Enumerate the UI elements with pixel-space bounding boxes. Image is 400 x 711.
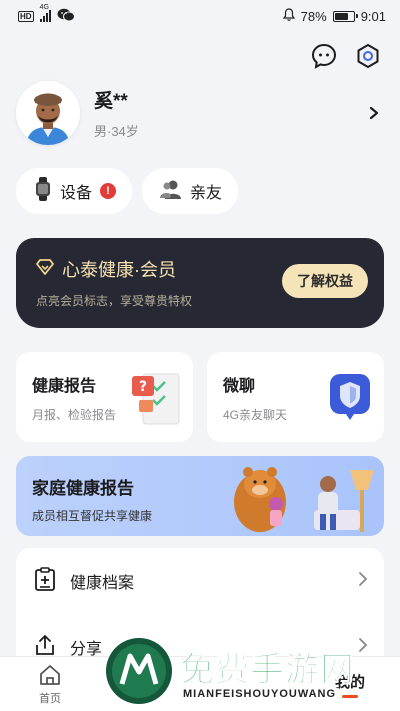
active-tab-indicator xyxy=(342,694,358,698)
settings-hexagon-icon[interactable] xyxy=(354,42,382,70)
avatar[interactable] xyxy=(16,81,80,145)
chevron-right-icon[interactable] xyxy=(364,103,384,123)
diamond-icon xyxy=(36,258,54,280)
member-title: 心泰健康·会员 xyxy=(62,260,176,280)
member-card[interactable]: 心泰健康·会员 点亮会员标志，享受尊贵特权 了解权益 xyxy=(16,238,384,328)
alert-badge: ! xyxy=(100,183,117,199)
family-illustration xyxy=(228,458,378,536)
wechat-chat-card[interactable]: 微聊 4G亲友聊天 xyxy=(207,352,384,442)
battery-percent: 78% xyxy=(300,8,327,24)
header-actions xyxy=(310,42,382,70)
people-icon xyxy=(160,179,182,204)
nav-home[interactable]: 首页 xyxy=(10,663,90,706)
mute-bell-icon xyxy=(282,8,295,24)
bottom-nav: 首页 我的 xyxy=(0,656,400,711)
nav-mine[interactable]: 我的 xyxy=(310,671,390,698)
watch-icon xyxy=(34,176,52,206)
chat-bubble-icon[interactable] xyxy=(310,42,338,70)
list-item-health-records[interactable]: 健康档案 xyxy=(16,548,384,614)
nav-mine-label: 我的 xyxy=(334,673,365,691)
hd-badge: HD xyxy=(18,10,34,22)
clock: 9:01 xyxy=(360,8,386,24)
devices-label: 设备 xyxy=(60,185,93,202)
learn-benefits-button[interactable]: 了解权益 xyxy=(282,264,368,298)
clipboard-plus-icon xyxy=(34,566,56,596)
quick-pills: 设备 ! 亲友 xyxy=(16,168,239,214)
chevron-right-icon xyxy=(358,571,368,592)
user-gender-age: 男·34岁 xyxy=(94,124,139,139)
family-pill[interactable]: 亲友 xyxy=(142,168,239,214)
signal-icon: 4G xyxy=(39,4,51,22)
chevron-right-icon xyxy=(358,637,368,658)
nav-home-label: 首页 xyxy=(39,692,61,705)
network-type-label: 4G xyxy=(39,4,49,11)
svg-text:?: ? xyxy=(139,379,147,395)
health-records-label: 健康档案 xyxy=(70,575,135,592)
username: 奚** xyxy=(94,91,128,112)
profile-header[interactable]: 奚** 男·34岁 xyxy=(16,78,384,148)
shield-chat-icon xyxy=(326,370,374,427)
devices-pill[interactable]: 设备 ! xyxy=(16,168,133,214)
family-label: 亲友 xyxy=(190,185,223,202)
family-report-banner[interactable]: 家庭健康报告 成员相互督促共享健康 xyxy=(16,456,384,536)
status-left: HD 4G xyxy=(18,4,75,25)
report-document-icon: ? xyxy=(131,370,183,433)
status-bar: HD 4G 78% 9:01 xyxy=(0,0,400,32)
battery-icon xyxy=(332,10,358,22)
status-right: 78% 9:01 xyxy=(282,8,386,24)
feature-cards: 健康报告 月报、检验报告 ? 微聊 4G亲友聊天 xyxy=(16,352,384,442)
health-report-card[interactable]: 健康报告 月报、检验报告 ? xyxy=(16,352,193,442)
home-icon xyxy=(38,663,62,690)
wechat-icon xyxy=(57,8,75,25)
profile-info: 奚** 男·34岁 xyxy=(94,86,364,140)
